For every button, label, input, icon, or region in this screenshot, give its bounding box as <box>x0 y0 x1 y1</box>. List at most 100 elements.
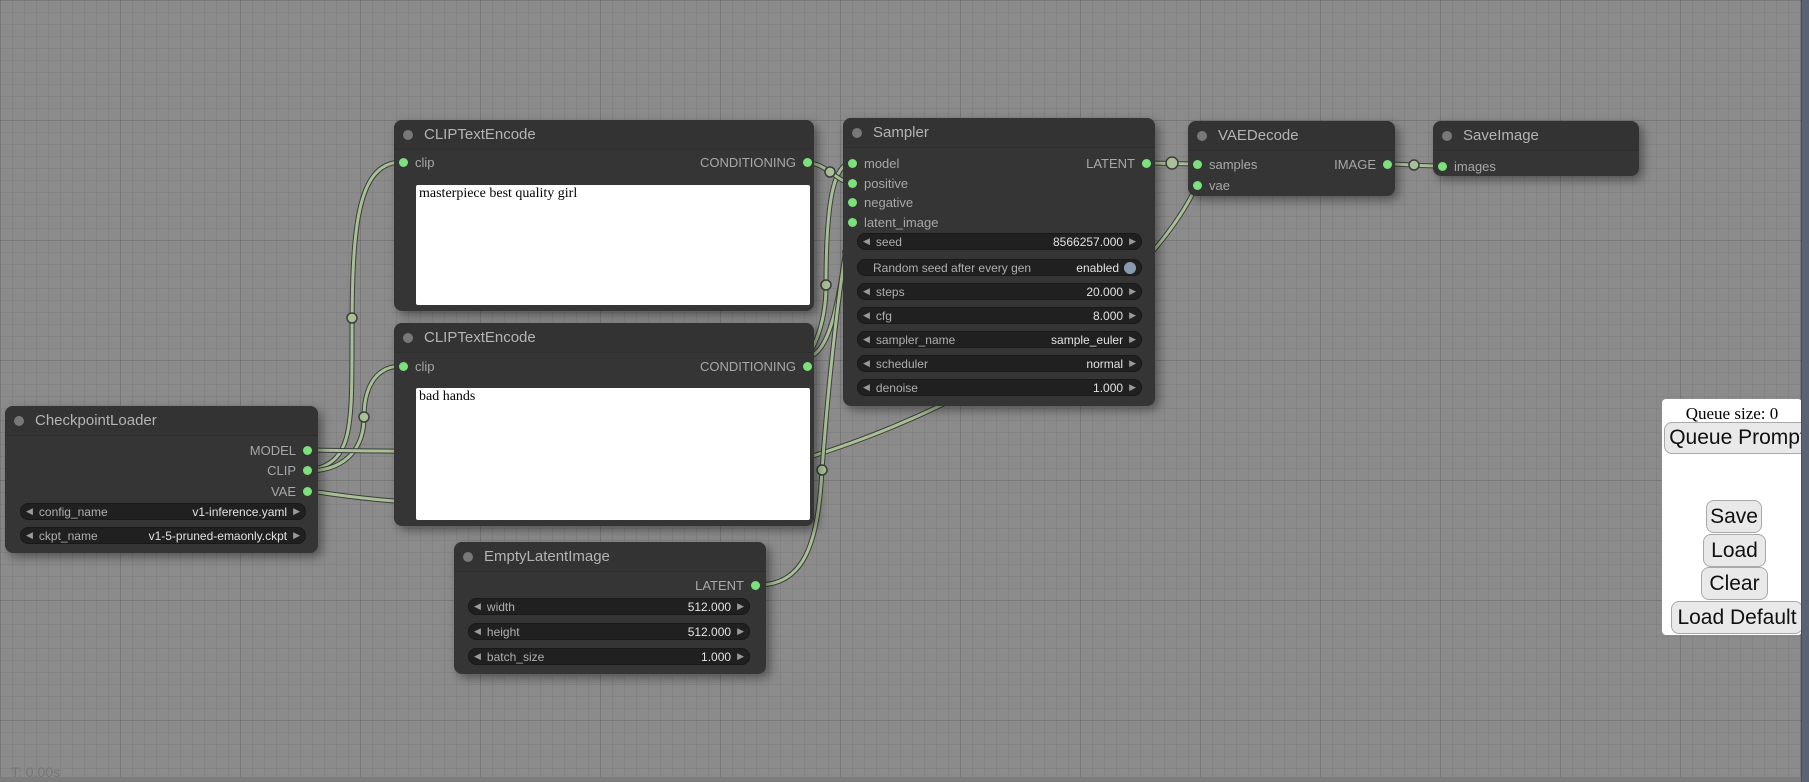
node-title-bar[interactable]: CheckpointLoader <box>5 406 318 436</box>
output-slot-model[interactable]: MODEL <box>250 443 312 457</box>
output-slot-dot[interactable] <box>803 362 812 371</box>
decrement-arrow-icon[interactable]: ◀ <box>468 598 487 615</box>
widget-width[interactable]: ◀ width 512.000 ▶ <box>468 598 750 615</box>
increment-arrow-icon[interactable]: ▶ <box>1123 379 1142 396</box>
node-cliptextencode-positive[interactable]: CLIPTextEncode clip CONDITIONING masterp… <box>394 120 814 311</box>
node-checkpointloader[interactable]: CheckpointLoader MODEL CLIP VAE ◀ config… <box>5 406 318 553</box>
collapse-dot[interactable] <box>403 333 413 343</box>
input-slot-dot[interactable] <box>848 159 857 168</box>
widget-random-seed-toggle[interactable]: Random seed after every gen enabled <box>857 259 1142 276</box>
node-title-bar[interactable]: CLIPTextEncode <box>394 120 814 150</box>
node-title-bar[interactable]: SaveImage <box>1433 121 1639 151</box>
node-cliptextencode-negative[interactable]: CLIPTextEncode clip CONDITIONING bad han… <box>394 323 814 526</box>
increment-arrow-icon[interactable]: ▶ <box>1123 283 1142 300</box>
node-emptylatentimage[interactable]: EmptyLatentImage LATENT ◀ width 512.000 … <box>454 542 766 674</box>
widget-ckpt-name[interactable]: ◀ ckpt_name v1-5-pruned-emaonly.ckpt ▶ <box>20 527 306 544</box>
output-slot-clip[interactable]: CLIP <box>267 463 312 477</box>
input-slot-model[interactable]: model <box>848 156 899 170</box>
decrement-arrow-icon[interactable]: ◀ <box>468 648 487 665</box>
prompt-textarea[interactable]: masterpiece best quality girl <box>416 185 810 305</box>
node-saveimage[interactable]: SaveImage images <box>1433 121 1639 176</box>
widget-steps[interactable]: ◀ steps 20.000 ▶ <box>857 283 1142 300</box>
collapse-dot[interactable] <box>403 130 413 140</box>
increment-arrow-icon[interactable]: ▶ <box>1123 355 1142 372</box>
graph-canvas[interactable]: T: 0.00s <box>0 0 1809 782</box>
widget-seed[interactable]: ◀ seed 8566257.000 ▶ <box>857 233 1142 250</box>
output-slot-dot[interactable] <box>751 581 760 590</box>
node-vaedecode[interactable]: VAEDecode samples vae IMAGE <box>1188 121 1395 196</box>
collapse-dot[interactable] <box>463 552 473 562</box>
scrollbar[interactable] <box>1801 0 1809 782</box>
input-slot-samples[interactable]: samples <box>1193 157 1257 171</box>
toggle-circle-icon[interactable] <box>1124 262 1136 274</box>
load-button[interactable]: Load <box>1703 534 1766 567</box>
collapse-dot[interactable] <box>1197 131 1207 141</box>
decrement-arrow-icon[interactable]: ◀ <box>857 233 876 250</box>
output-slot-image[interactable]: IMAGE <box>1334 157 1392 171</box>
output-slot-dot[interactable] <box>803 158 812 167</box>
input-slot-clip[interactable]: clip <box>399 155 435 169</box>
input-slot-dot[interactable] <box>399 362 408 371</box>
decrement-arrow-icon[interactable]: ◀ <box>857 379 876 396</box>
input-slot-dot[interactable] <box>1193 160 1202 169</box>
input-slot-images[interactable]: images <box>1438 159 1496 173</box>
decrement-arrow-icon[interactable]: ◀ <box>857 307 876 324</box>
link-clip-to-negative-encode[interactable] <box>311 366 402 471</box>
input-slot-vae[interactable]: vae <box>1193 178 1230 192</box>
increment-arrow-icon[interactable]: ▶ <box>731 648 750 665</box>
decrement-arrow-icon[interactable]: ◀ <box>857 283 876 300</box>
save-button[interactable]: Save <box>1706 500 1762 533</box>
output-slot-dot[interactable] <box>303 446 312 455</box>
widget-denoise[interactable]: ◀ denoise 1.000 ▶ <box>857 379 1142 396</box>
clear-button[interactable]: Clear <box>1701 567 1768 600</box>
output-slot-vae[interactable]: VAE <box>271 484 312 498</box>
increment-arrow-icon[interactable]: ▶ <box>731 598 750 615</box>
node-title-bar[interactable]: Sampler <box>843 118 1155 148</box>
node-title-bar[interactable]: VAEDecode <box>1188 121 1395 151</box>
input-slot-dot[interactable] <box>399 158 408 167</box>
input-slot-positive[interactable]: positive <box>848 176 908 190</box>
input-slot-dot[interactable] <box>1438 162 1447 171</box>
increment-arrow-icon[interactable]: ▶ <box>1123 331 1142 348</box>
queue-prompt-button[interactable]: Queue Prompt <box>1664 422 1802 454</box>
output-slot-dot[interactable] <box>1383 160 1392 169</box>
widget-config-name[interactable]: ◀ config_name v1-inference.yaml ▶ <box>20 503 306 520</box>
input-slot-negative[interactable]: negative <box>848 195 913 209</box>
increment-arrow-icon[interactable]: ▶ <box>731 623 750 640</box>
widget-height[interactable]: ◀ height 512.000 ▶ <box>468 623 750 640</box>
collapse-dot[interactable] <box>14 416 24 426</box>
collapse-dot[interactable] <box>852 128 862 138</box>
node-sampler[interactable]: Sampler model positive negative latent_i… <box>843 118 1155 406</box>
output-slot-conditioning[interactable]: CONDITIONING <box>700 359 812 373</box>
input-slot-latent-image[interactable]: latent_image <box>848 215 938 229</box>
link-clip-to-positive-encode[interactable] <box>311 162 402 470</box>
decrement-arrow-icon[interactable]: ◀ <box>20 527 39 544</box>
output-slot-latent[interactable]: LATENT <box>695 578 760 592</box>
prompt-textarea[interactable]: bad hands <box>416 388 810 520</box>
node-title-bar[interactable]: EmptyLatentImage <box>454 542 766 572</box>
decrement-arrow-icon[interactable]: ◀ <box>857 331 876 348</box>
node-title-bar[interactable]: CLIPTextEncode <box>394 323 814 353</box>
input-slot-dot[interactable] <box>848 198 857 207</box>
output-slot-dot[interactable] <box>303 466 312 475</box>
decrement-arrow-icon[interactable]: ◀ <box>20 503 39 520</box>
increment-arrow-icon[interactable]: ▶ <box>287 503 306 520</box>
decrement-arrow-icon[interactable]: ◀ <box>468 623 487 640</box>
input-slot-clip[interactable]: clip <box>399 359 435 373</box>
input-slot-dot[interactable] <box>848 218 857 227</box>
increment-arrow-icon[interactable]: ▶ <box>1123 233 1142 250</box>
output-slot-dot[interactable] <box>1142 159 1151 168</box>
increment-arrow-icon[interactable]: ▶ <box>287 527 306 544</box>
decrement-arrow-icon[interactable]: ◀ <box>857 355 876 372</box>
load-default-button[interactable]: Load Default <box>1671 601 1802 634</box>
collapse-dot[interactable] <box>1442 131 1452 141</box>
widget-batch-size[interactable]: ◀ batch_size 1.000 ▶ <box>468 648 750 665</box>
widget-cfg[interactable]: ◀ cfg 8.000 ▶ <box>857 307 1142 324</box>
output-slot-latent[interactable]: LATENT <box>1086 156 1151 170</box>
input-slot-dot[interactable] <box>848 179 857 188</box>
output-slot-conditioning[interactable]: CONDITIONING <box>700 155 812 169</box>
widget-scheduler[interactable]: ◀ scheduler normal ▶ <box>857 355 1142 372</box>
input-slot-dot[interactable] <box>1193 181 1202 190</box>
output-slot-dot[interactable] <box>303 487 312 496</box>
increment-arrow-icon[interactable]: ▶ <box>1123 307 1142 324</box>
